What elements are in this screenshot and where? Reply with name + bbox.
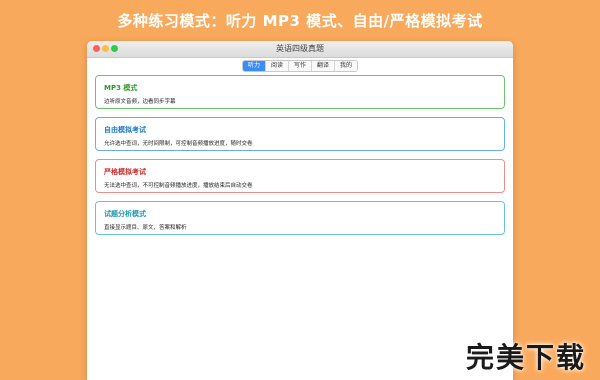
mode-list: MP3 模式 边听原文音频，边看同步字幕 自由模拟考试 允许选中查词，无时间限制… xyxy=(95,75,505,243)
promo-title: 多种练习模式：听力 MP3 模式、自由/严格模拟考试 xyxy=(117,12,483,30)
mode-title: 严格模拟考试 xyxy=(104,168,146,176)
mode-title: 自由模拟考试 xyxy=(104,126,146,134)
tab-translation[interactable]: 翻译 xyxy=(311,61,335,71)
mode-description: 直接显示题目、原文、答案和解析 xyxy=(104,225,187,231)
mode-description: 允许选中查词，无时间限制，可控制音频播放进度，随时交卷 xyxy=(104,141,253,147)
mode-description: 无法选中查词，不可控制音频播放进度，播放结束后自动交卷 xyxy=(104,183,253,189)
watermark-logo: 完美下载 xyxy=(465,341,586,374)
mode-card-free-exam[interactable]: 自由模拟考试 允许选中查词，无时间限制，可控制音频播放进度，随时交卷 xyxy=(95,117,505,151)
mode-card-analysis[interactable]: 试题分析模式 直接显示题目、原文、答案和解析 xyxy=(95,201,505,235)
tab-listening[interactable]: 听力 xyxy=(242,61,265,71)
mode-title: MP3 模式 xyxy=(104,84,138,92)
tab-reading[interactable]: 阅读 xyxy=(264,61,288,71)
mode-description: 边听原文音频，边看同步字幕 xyxy=(104,99,176,105)
mode-card-mp3[interactable]: MP3 模式 边听原文音频，边看同步字幕 xyxy=(95,75,505,109)
segmented-control: 听力 阅读 写作 翻译 我的 xyxy=(241,60,359,72)
mode-card-strict-exam[interactable]: 严格模拟考试 无法选中查词，不可控制音频播放进度，播放结束后自动交卷 xyxy=(95,159,505,193)
tab-bar: 听力 阅读 写作 翻译 我的 xyxy=(87,58,513,72)
mode-title: 试题分析模式 xyxy=(104,210,146,218)
window-title: 英语四级真题 xyxy=(276,44,324,53)
tab-mine[interactable]: 我的 xyxy=(334,61,358,71)
app-window: 英语四级真题 听力 阅读 写作 翻译 我的 MP3 模式 边听原文音频，边看同步… xyxy=(87,41,513,380)
titlebar: 英语四级真题 xyxy=(87,41,513,58)
tab-writing[interactable]: 写作 xyxy=(287,61,311,71)
